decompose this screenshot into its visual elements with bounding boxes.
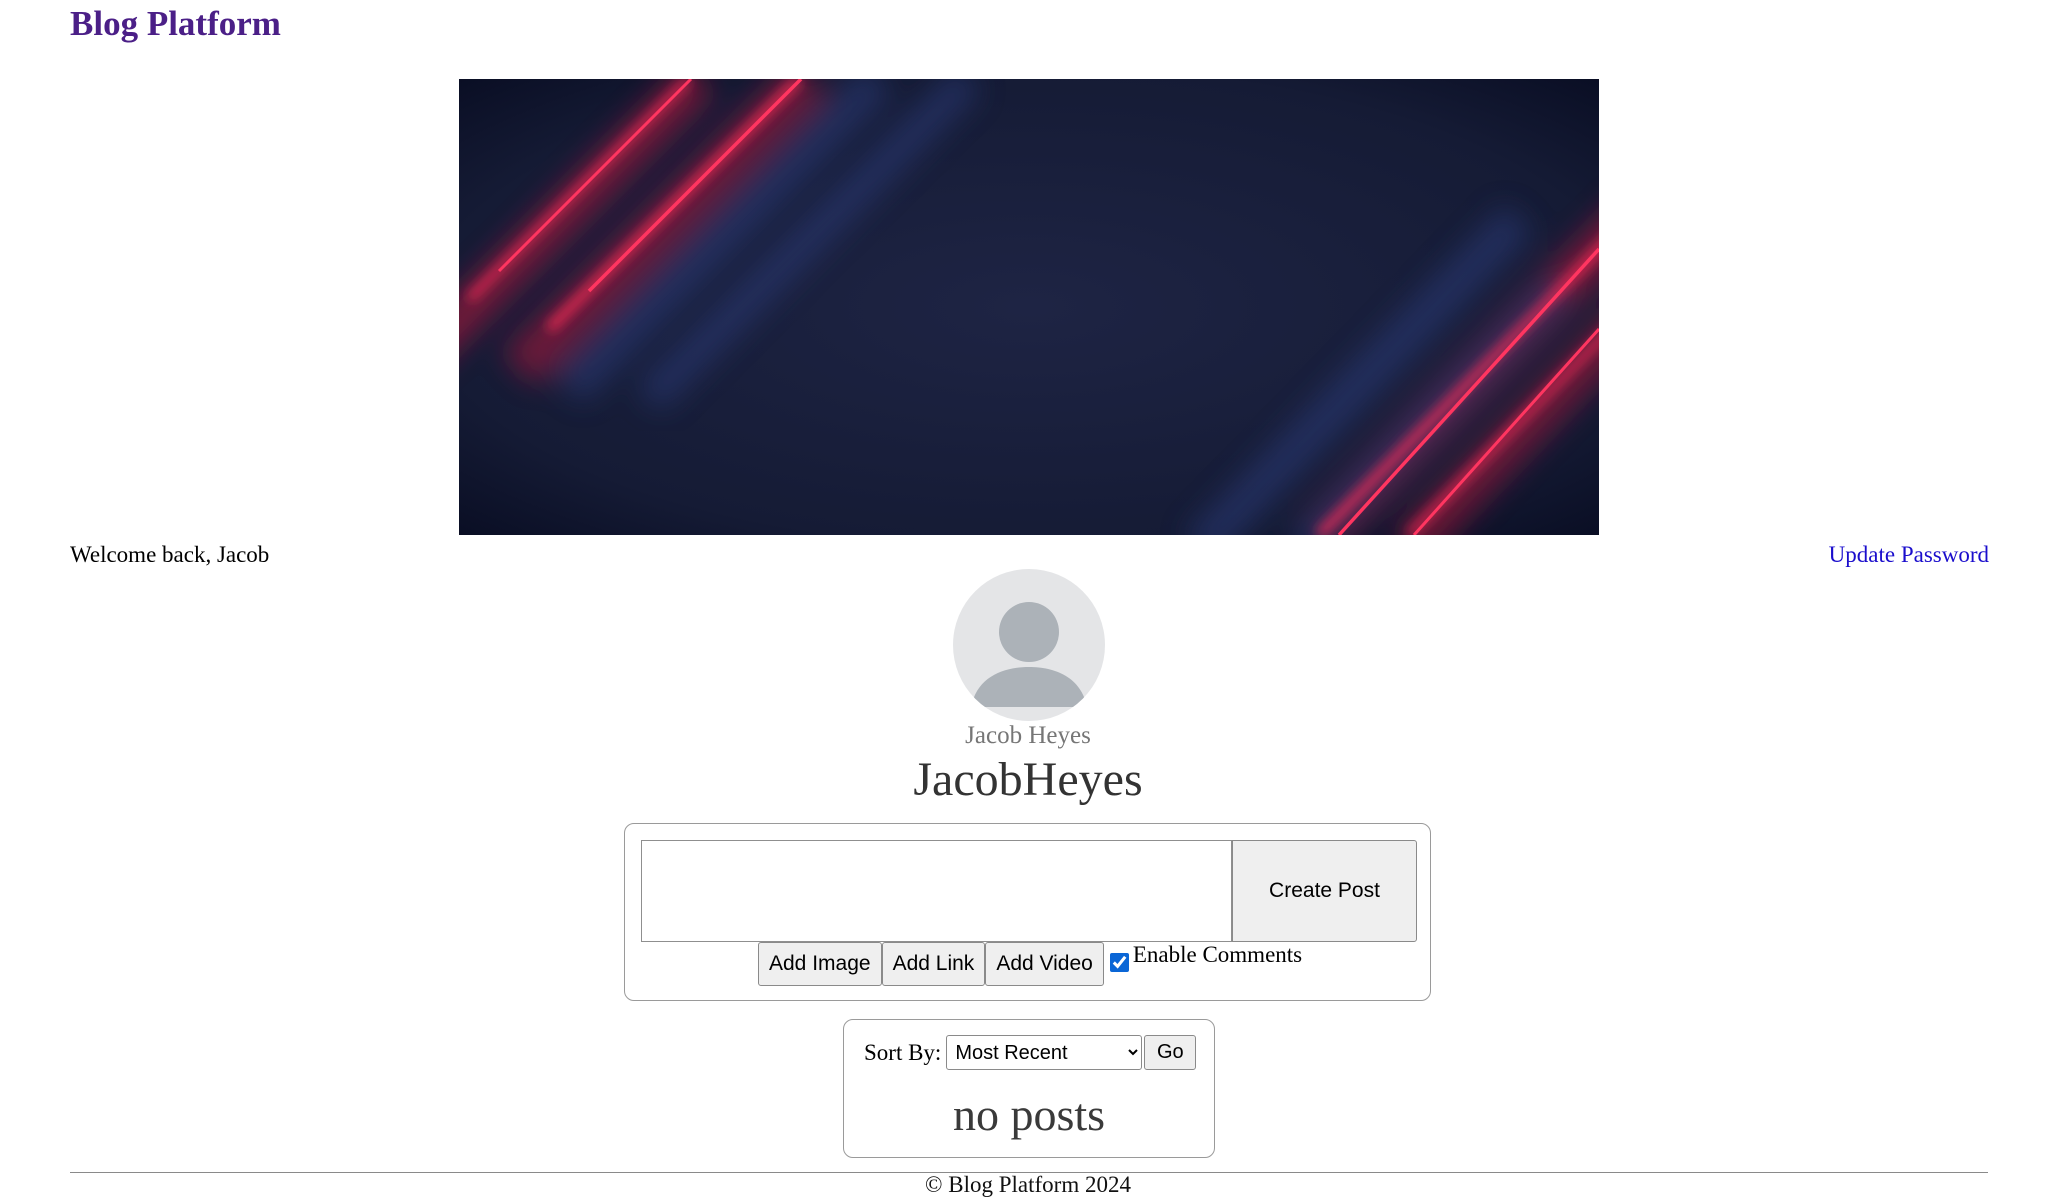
media-toolbar: Add Image Add Link Add Video Enable Comm… xyxy=(758,942,1302,986)
footer-copyright: © Blog Platform 2024 xyxy=(925,1172,1131,1197)
sort-select[interactable]: Most Recent xyxy=(946,1035,1143,1070)
site-title[interactable]: Blog Platform xyxy=(70,4,281,44)
sort-controls: Sort By: Most Recent Go xyxy=(864,1035,1197,1070)
post-composer: Create Post Add Image Add Link Add Video… xyxy=(624,823,1431,1001)
default-user-icon xyxy=(953,569,1105,721)
add-image-button[interactable]: Add Image xyxy=(758,942,882,986)
enable-comments-label: Enable Comments xyxy=(1132,942,1303,967)
profile-full-name: Jacob Heyes xyxy=(965,722,1091,749)
add-video-button[interactable]: Add Video xyxy=(985,942,1104,986)
empty-posts-message: no posts xyxy=(952,1089,1106,1140)
create-post-button[interactable]: Create Post xyxy=(1232,840,1417,942)
sort-label: Sort By: xyxy=(864,1039,942,1065)
post-text-input[interactable] xyxy=(641,840,1232,942)
update-password-link[interactable]: Update Password xyxy=(1829,542,1989,568)
posts-panel: Sort By: Most Recent Go no posts xyxy=(843,1019,1215,1158)
profile-banner-image xyxy=(459,79,1599,535)
go-button[interactable]: Go xyxy=(1144,1035,1197,1070)
enable-comments-checkbox[interactable] xyxy=(1109,953,1129,972)
enable-comments-option[interactable]: Enable Comments xyxy=(1109,942,1303,972)
welcome-message: Welcome back, Jacob xyxy=(70,542,270,567)
profile-username: JacobHeyes xyxy=(913,753,1143,806)
add-link-button[interactable]: Add Link xyxy=(881,942,986,986)
